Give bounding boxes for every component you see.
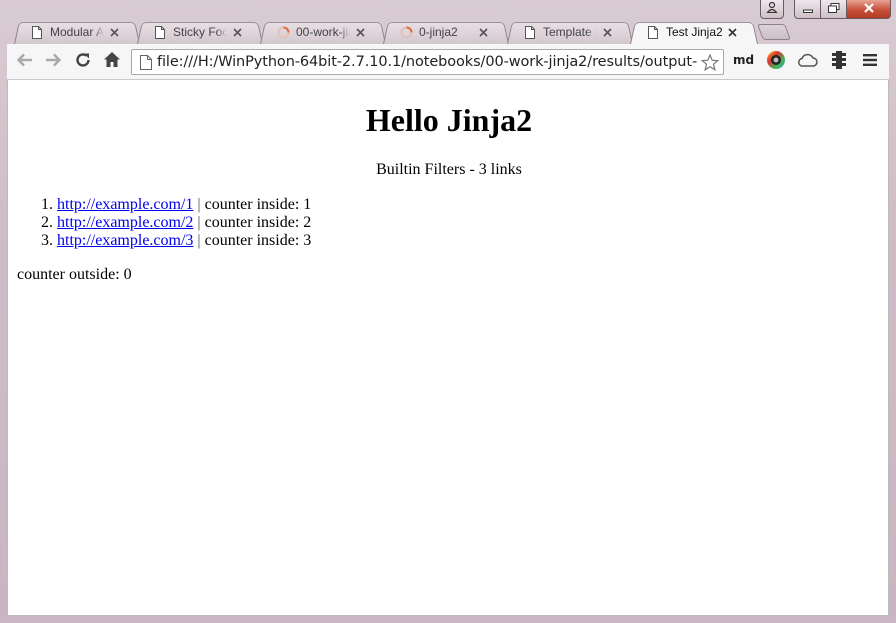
page-icon	[135, 54, 157, 70]
page-icon	[153, 25, 167, 39]
url-text: file:///H:/WinPython-64bit-2.7.10.1/note…	[157, 54, 698, 70]
minimize-button[interactable]	[794, 0, 821, 19]
tab-0-jinja2[interactable]: 0-jinja2	[383, 20, 509, 44]
address-bar[interactable]: file:///H:/WinPython-64bit-2.7.10.1/note…	[131, 49, 724, 75]
tab-strip: Modular App Sticky Footer 00-work-jinja …	[0, 20, 896, 44]
reload-icon	[74, 51, 92, 74]
page-subtitle: Builtin Filters - 3 links	[376, 161, 522, 178]
loading-spinner-icon	[399, 25, 413, 39]
page-icon	[523, 25, 537, 39]
minimize-icon	[802, 0, 813, 18]
browser-toolbar: file:///H:/WinPython-64bit-2.7.10.1/note…	[7, 44, 889, 80]
counter-outside-text: counter outside: 0	[17, 266, 132, 283]
tab-label: Test Jinja2	[666, 25, 722, 39]
tab-00-work-jinja[interactable]: 00-work-jinja	[260, 20, 386, 44]
separator: |	[197, 214, 201, 231]
back-button[interactable]	[13, 51, 37, 73]
forward-arrow-icon	[44, 52, 62, 73]
user-profile-button[interactable]	[760, 0, 784, 19]
markdown-extension-button[interactable]: md	[733, 53, 754, 67]
home-button[interactable]	[100, 51, 124, 73]
tab-label: 00-work-jinja	[296, 25, 350, 39]
link-example-1[interactable]: http://example.com/1	[57, 196, 193, 213]
reload-button[interactable]	[71, 51, 95, 73]
user-icon	[766, 0, 778, 18]
new-tab-button[interactable]	[757, 24, 791, 40]
page-content: Hello Jinja2 Builtin Filters - 3 links h…	[7, 80, 889, 616]
tab-modular-app[interactable]: Modular App	[14, 20, 140, 44]
page-icon	[30, 25, 44, 39]
back-arrow-icon	[16, 52, 34, 73]
list-item: http://example.com/2 | counter inside: 2	[57, 214, 311, 232]
window-controls	[760, 0, 891, 20]
maximize-icon	[827, 0, 840, 18]
link-example-2[interactable]: http://example.com/2	[57, 214, 193, 231]
tab-close-icon[interactable]	[231, 26, 243, 38]
home-icon	[103, 51, 121, 73]
tab-sticky-footer[interactable]: Sticky Footer	[137, 20, 263, 44]
page-title: Hello Jinja2	[365, 102, 533, 138]
separator: |	[197, 232, 201, 249]
bookmark-star-icon[interactable]	[699, 53, 721, 71]
close-window-button[interactable]	[847, 0, 891, 19]
tab-close-icon[interactable]	[354, 26, 366, 38]
tab-label: Sticky Footer	[173, 25, 227, 39]
maximize-button[interactable]	[821, 0, 847, 19]
link-example-3[interactable]: http://example.com/3	[57, 232, 193, 249]
cloud-extension-button[interactable]	[795, 51, 819, 73]
traffic-light-extension-button[interactable]	[827, 50, 851, 74]
color-wheel-icon	[766, 50, 786, 75]
loading-spinner-icon	[276, 25, 290, 39]
list-item: http://example.com/1 | counter inside: 1	[57, 196, 311, 214]
forward-button[interactable]	[41, 51, 65, 73]
tab-close-icon[interactable]	[601, 26, 613, 38]
tab-label: Modular App	[50, 25, 104, 39]
tab-label: 0-jinja2	[419, 25, 458, 39]
tab-close-icon[interactable]	[726, 26, 738, 38]
close-icon	[863, 0, 875, 18]
tab-template-designer[interactable]: Template De	[507, 20, 633, 44]
counter-inside-text: counter inside: 3	[204, 232, 312, 249]
page-icon	[646, 25, 660, 39]
tab-test-jinja2[interactable]: Test Jinja2	[630, 20, 758, 44]
menu-button[interactable]	[858, 51, 882, 73]
tab-close-icon[interactable]	[477, 26, 489, 38]
list-item: http://example.com/3 | counter inside: 3	[57, 232, 311, 250]
browser-window: Modular App Sticky Footer 00-work-jinja …	[0, 0, 896, 623]
cloud-icon	[796, 52, 818, 73]
counter-inside-text: counter inside: 2	[204, 214, 312, 231]
tab-close-icon[interactable]	[108, 26, 120, 38]
color-wheel-extension-button[interactable]	[764, 50, 788, 75]
traffic-light-icon	[831, 50, 847, 74]
hamburger-menu-icon	[863, 53, 877, 72]
links-list: http://example.com/1 | counter inside: 1…	[17, 196, 311, 250]
tab-label: Template De	[543, 25, 597, 39]
counter-inside-text: counter inside: 1	[204, 196, 312, 213]
separator: |	[197, 196, 201, 213]
